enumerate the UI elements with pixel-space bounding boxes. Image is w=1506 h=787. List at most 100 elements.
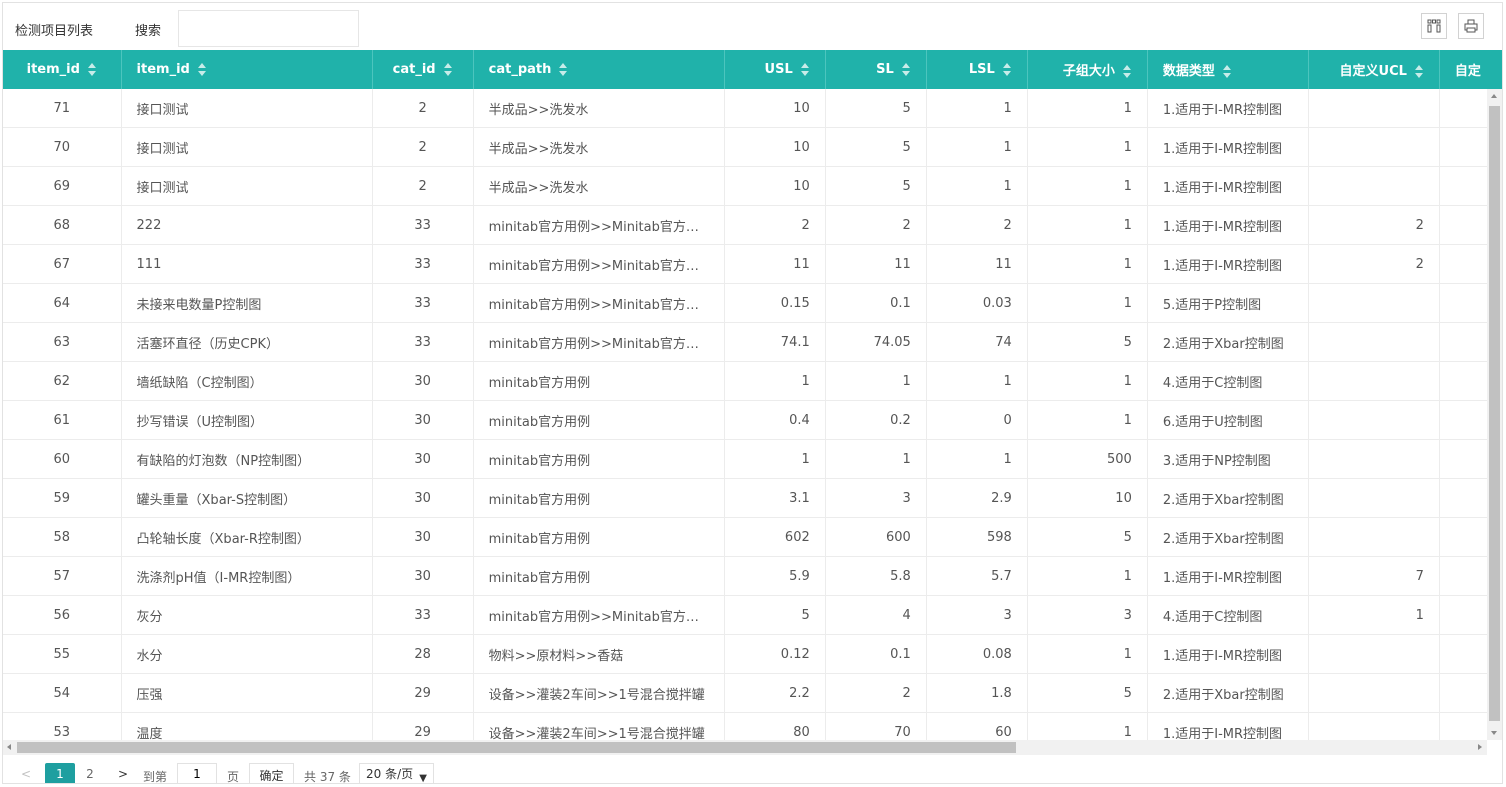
cell-lsl: 1.8: [926, 673, 1028, 713]
goto-confirm-button[interactable]: 确定: [249, 763, 294, 783]
sort-icon[interactable]: [197, 63, 207, 76]
page-2-button[interactable]: 2: [75, 763, 105, 783]
cell-subgroup-size: 3: [1027, 595, 1148, 635]
cell-lsl: 0.03: [926, 283, 1028, 323]
scroll-up-icon[interactable]: [1491, 94, 1497, 98]
sort-icon[interactable]: [559, 63, 568, 76]
table-row[interactable]: 54 压强 29 设备>>灌装2车间>>1号混合搅拌罐 2.2 2 1.8 5 2.适用于Xba…: [3, 673, 1502, 713]
cell-custom-ucl: [1308, 517, 1440, 557]
data-table: item_id item_id cat_id cat_path USL SL L…: [3, 50, 1502, 740]
print-button[interactable]: [1458, 13, 1484, 39]
cell-usl: 5: [724, 595, 826, 635]
cell-item-name: 墙纸缺陷（C控制图）: [121, 361, 373, 401]
cell-sl: 5: [825, 89, 927, 128]
cell-usl: 0.4: [724, 400, 826, 440]
cell-item-name: 压强: [121, 673, 373, 713]
header-subgroup-size[interactable]: 子组大小: [1027, 50, 1148, 89]
header-item-name[interactable]: item_id: [121, 50, 373, 89]
cell-cat-id: 30: [372, 400, 474, 440]
cell-custom-ucl: [1308, 127, 1440, 167]
table-row[interactable]: 57 洗涤剂pH值（I-MR控制图） 30 minitab官方用例 5.9 5.8 5.7 1…: [3, 556, 1502, 596]
cell-usl: 10: [724, 127, 826, 167]
sort-icon[interactable]: [1222, 65, 1232, 78]
table-row[interactable]: 70 接口测试 2 半成品>>洗发水 10 5 1 1 1.适用于I-MR控制图: [3, 127, 1502, 167]
table-row[interactable]: 71 接口测试 2 半成品>>洗发水 10 5 1 1 1.适用于I-MR控制图: [3, 89, 1502, 128]
table-row[interactable]: 56 灰分 33 minitab官方用例>>Minitab官方案例… 5 4 3 3 4.适用于…: [3, 595, 1502, 635]
table-row[interactable]: 69 接口测试 2 半成品>>洗发水 10 5 1 1 1.适用于I-MR控制图: [3, 166, 1502, 206]
vertical-scrollbar[interactable]: [1487, 89, 1502, 740]
header-custom-ucl[interactable]: 自定义UCL: [1308, 50, 1440, 89]
scroll-thumb[interactable]: [17, 742, 1016, 753]
cell-item-id: 64: [3, 283, 122, 323]
scroll-right-icon[interactable]: [1478, 744, 1482, 750]
table-row[interactable]: 60 有缺陷的灯泡数（NP控制图） 30 minitab官方用例 1 1 1 500 3.适用于…: [3, 439, 1502, 479]
scroll-left-icon[interactable]: [7, 744, 11, 750]
sort-icon[interactable]: [87, 63, 97, 76]
cell-item-id: 58: [3, 517, 122, 557]
cell-item-id: 60: [3, 439, 122, 479]
cell-item-id: 61: [3, 400, 122, 440]
header-sl[interactable]: SL: [825, 50, 927, 89]
cell-data-type: 1.适用于I-MR控制图: [1147, 244, 1309, 284]
cell-cat-path: 半成品>>洗发水: [473, 127, 725, 167]
chevron-down-icon: ▼: [419, 773, 427, 784]
cell-custom-ucl: 2: [1308, 205, 1440, 245]
sort-icon[interactable]: [1414, 65, 1424, 78]
cell-subgroup-size: 5: [1027, 673, 1148, 713]
sort-icon[interactable]: [1122, 65, 1132, 78]
cell-cat-id: 33: [372, 205, 474, 245]
cell-data-type: 1.适用于I-MR控制图: [1147, 556, 1309, 596]
cell-cat-id: 29: [372, 712, 474, 740]
header-custom-more[interactable]: 自定: [1439, 50, 1502, 89]
cell-usl: 3.1: [724, 478, 826, 518]
header-lsl[interactable]: LSL: [926, 50, 1028, 89]
cell-subgroup-size: 10: [1027, 478, 1148, 518]
cell-custom-ucl: [1308, 400, 1440, 440]
cell-cat-path: minitab官方用例: [473, 556, 725, 596]
table-row[interactable]: 61 抄写错误（U控制图） 30 minitab官方用例 0.4 0.2 0 1 6.适用于U控…: [3, 400, 1502, 440]
goto-page-input[interactable]: [177, 763, 217, 783]
cell-subgroup-size: 1: [1027, 283, 1148, 323]
cell-item-name: 罐头重量（Xbar-S控制图）: [121, 478, 373, 518]
cell-item-id: 69: [3, 166, 122, 206]
cell-subgroup-size: 500: [1027, 439, 1148, 479]
cell-item-id: 62: [3, 361, 122, 401]
cell-cat-path: minitab官方用例: [473, 478, 725, 518]
next-page-icon[interactable]: >: [118, 767, 128, 781]
header-item-id[interactable]: item_id: [3, 50, 122, 89]
table-row[interactable]: 59 罐头重量（Xbar-S控制图） 30 minitab官方用例 3.1 3 2.9 10 2…: [3, 478, 1502, 518]
cell-cat-id: 2: [372, 166, 474, 206]
sort-icon[interactable]: [800, 63, 810, 76]
table-row[interactable]: 58 凸轮轴长度（Xbar-R控制图） 30 minitab官方用例 602 600 598…: [3, 517, 1502, 557]
cell-data-type: 2.适用于Xbar控制图: [1147, 322, 1309, 362]
horizontal-scrollbar[interactable]: [3, 740, 1487, 755]
scroll-thumb[interactable]: [1489, 106, 1500, 721]
cell-custom-ucl: 7: [1308, 556, 1440, 596]
table-row[interactable]: 62 墙纸缺陷（C控制图） 30 minitab官方用例 1 1 1 1 4.适用于C控制图: [3, 361, 1502, 401]
table-row[interactable]: 68 222 33 minitab官方用例>>Minitab官方案例… 2 2 2 1 1.适用…: [3, 205, 1502, 245]
table-row[interactable]: 64 未接来电数量P控制图 33 minitab官方用例>>Minitab官方案例… 0…: [3, 283, 1502, 323]
sort-icon[interactable]: [443, 63, 453, 76]
header-cat-id[interactable]: cat_id: [372, 50, 474, 89]
page-1-button[interactable]: 1: [45, 763, 75, 783]
cell-cat-path: minitab官方用例: [473, 517, 725, 557]
page-size-select[interactable]: 20 条/页 ▼: [359, 763, 434, 784]
columns-filter-button[interactable]: [1421, 13, 1447, 39]
cell-cat-path: 物料>>原材料>>香菇: [473, 634, 725, 674]
sort-icon[interactable]: [901, 63, 911, 76]
header-cat-path[interactable]: cat_path: [473, 50, 725, 89]
sort-icon[interactable]: [1002, 63, 1012, 76]
scroll-down-icon[interactable]: [1491, 731, 1497, 735]
table-row[interactable]: 67 111 33 minitab官方用例>>Minitab官方案例… 11 11 11 1 1…: [3, 244, 1502, 284]
table-row[interactable]: 63 活塞环直径（历史CPK） 33 minitab官方用例>>Minitab官方案例…: [3, 322, 1502, 362]
table-row[interactable]: 53 温度 29 设备>>灌装2车间>>1号混合搅拌罐 80 70 60 1 1.适用于I-MR…: [3, 712, 1502, 740]
header-data-type[interactable]: 数据类型: [1147, 50, 1309, 89]
toolbar: 检测项目列表 搜索: [3, 3, 1502, 50]
header-usl[interactable]: USL: [724, 50, 826, 89]
cell-custom-ucl: [1308, 712, 1440, 740]
cell-cat-path: minitab官方用例: [473, 439, 725, 479]
search-input[interactable]: [178, 10, 359, 47]
table-row[interactable]: 55 水分 28 物料>>原材料>>香菇 0.12 0.1 0.08 1 1.适用于I-MR控制…: [3, 634, 1502, 674]
cell-custom-ucl: [1308, 478, 1440, 518]
prev-page-icon[interactable]: <: [21, 767, 31, 781]
